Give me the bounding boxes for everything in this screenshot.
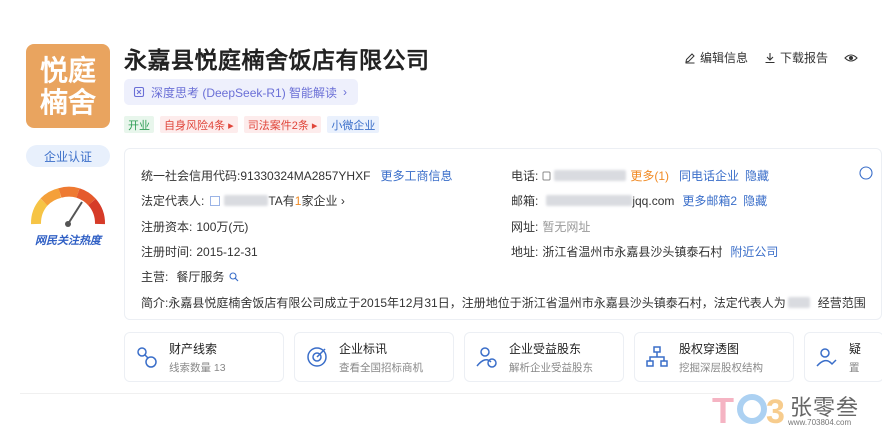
more-phones-link[interactable]: 更多(1) (630, 167, 669, 184)
legal-rep-row: 法定代表人: TA有 1 家企业 › (141, 192, 345, 209)
feature-card-beneficiary[interactable]: 企业受益股东 解析企业受益股东 (464, 332, 624, 382)
phone-number-blurred[interactable] (554, 170, 627, 181)
attention-gauge-icon (31, 186, 105, 227)
header-actions: 编辑信息 下载报告 (684, 49, 865, 66)
tag-open: 开业 (124, 116, 154, 133)
edit-info-label: 编辑信息 (700, 51, 749, 65)
capital-label: 注册资本: (141, 220, 193, 234)
intro-tail: 经营范围 (817, 296, 866, 310)
more-emails-link[interactable]: 更多邮箱2 (682, 192, 737, 209)
website-label: 网址: (511, 220, 539, 234)
capital-value: 100万(元) (196, 220, 249, 234)
email-label: 邮箱: (511, 194, 539, 208)
feature-subtitle: 挖掘深层股权结构 (679, 361, 763, 374)
credit-code-value: 91330324MA2857YHXF (240, 168, 371, 183)
feature-title: 财产线索 (169, 341, 218, 356)
email-value[interactable]: jqq.com (632, 194, 674, 208)
feature-card-partial[interactable]: 疑 置 (804, 332, 882, 382)
watch-label-cut (862, 51, 865, 65)
legal-rep-name-blurred[interactable] (224, 195, 269, 206)
nearby-companies-link[interactable]: 附近公司 (730, 243, 778, 260)
svg-text:3: 3 (766, 393, 785, 431)
download-report-label: 下载报告 (780, 51, 829, 65)
reg-time-label: 注册时间: (141, 245, 193, 259)
info-circle-icon[interactable] (859, 166, 873, 180)
feature-title: 企业标讯 (339, 341, 388, 356)
status-tags: 开业 自身风险4条 ▸ 司法案件2条 ▸ 小微企业 (124, 116, 380, 133)
ai-sparkle-icon (133, 86, 145, 98)
company-logo: 悦庭 楠舍 (26, 44, 110, 128)
attention-gauge-label: 网民关注热度 (35, 235, 101, 247)
feature-title: 股权穿透图 (679, 341, 740, 356)
beneficiary-icon (476, 347, 497, 368)
pencil-icon (685, 52, 695, 63)
feature-subtitle: 查看全国招标商机 (339, 361, 423, 374)
feature-title: 企业受益股东 (509, 341, 582, 356)
download-report-button[interactable]: 下载报告 (764, 49, 828, 66)
more-business-info-link[interactable]: 更多工商信息 (380, 167, 452, 184)
download-icon (765, 52, 775, 63)
email-row: 邮箱: jqq.com 更多邮箱2 隐藏 (511, 192, 767, 209)
reg-time-value: 2015-12-31 (196, 244, 258, 259)
tag-self-risk[interactable]: 自身风险4条 ▸ (160, 116, 238, 133)
enterprise-certification-badge[interactable]: 企业认证 (26, 145, 110, 167)
website-value: 暂无网址 (542, 220, 591, 234)
reg-time-row: 注册时间: 2015-12-31 (141, 243, 258, 260)
phone-label: 电话: (511, 169, 539, 183)
company-info-card: 统一社会信用代码: 91330324MA2857YHXF 更多工商信息 法定代表… (124, 148, 882, 320)
feature-card-bid-info[interactable]: 企业标讯 查看全国招标商机 (294, 332, 454, 382)
credit-code-label: 统一社会信用代码: (141, 169, 241, 183)
feature-subtitle: 解析企业受益股东 (509, 361, 593, 374)
property-clue-icon (137, 347, 157, 368)
same-phone-companies-link[interactable]: 同电话企业 (679, 167, 739, 184)
feature-subtitle: 置 (849, 361, 860, 374)
address-row: 地址: 浙江省温州市永嘉县沙头镇泰石村 附近公司 (511, 243, 778, 260)
legal-rep-company-count: 1 (294, 193, 302, 208)
legal-rep-label: 法定代表人: (141, 194, 205, 208)
hide-phone-link[interactable]: 隐藏 (745, 167, 769, 184)
tag-small-micro: 小微企业 (327, 116, 380, 133)
legal-rep-suffix-post[interactable]: 家企业 › (301, 192, 344, 209)
equity-chart-icon (646, 346, 668, 367)
watch-button[interactable] (844, 49, 865, 66)
chevron-right-icon: › (343, 85, 348, 99)
address-value: 浙江省温州市永嘉县沙头镇泰石村 (542, 245, 723, 259)
address-label: 地址: (511, 245, 539, 259)
business-row: 主营: 餐厅服务 (141, 268, 239, 285)
email-blurred[interactable] (546, 195, 633, 206)
capital-row: 注册资本: 100万(元) (141, 218, 248, 235)
tag-judicial-cases[interactable]: 司法案件2条 ▸ (243, 116, 322, 133)
divider (20, 393, 720, 394)
feature-card-equity-chart[interactable]: 股权穿透图 挖掘深层股权结构 (634, 332, 794, 382)
eye-icon (844, 53, 858, 62)
svg-text:T: T (712, 390, 734, 431)
feature-cards: 财产线索 线索数量 13 企业标讯 查看全国招标商机 企业受益股东 解析企业受益… (124, 332, 882, 382)
feature-subtitle: 线索数量 13 (169, 361, 226, 374)
edit-info-button[interactable]: 编辑信息 (684, 49, 748, 66)
feature-title: 疑 (849, 341, 862, 356)
company-name-title: 永嘉县悦庭楠舍饭店有限公司 (124, 47, 430, 73)
intro-name-blurred (787, 297, 810, 308)
website-row: 网址: 暂无网址 (511, 218, 590, 235)
intro-row: 简介: 永嘉县悦庭楠舍饭店有限公司成立于2015年12月31日，注册地位于浙江省… (141, 294, 866, 311)
intro-value: 永嘉县悦庭楠舍饭店有限公司成立于2015年12月31日，注册地位于浙江省温州市永… (168, 296, 786, 310)
legal-rep-suffix-pre: TA有 (268, 194, 295, 208)
search-icon[interactable] (229, 271, 239, 282)
phone-icon (542, 171, 551, 180)
hide-email-link[interactable]: 隐藏 (743, 192, 767, 209)
shield-check-icon (816, 348, 837, 367)
business-label: 主营: (141, 270, 169, 284)
avatar (210, 195, 221, 206)
ai-pill-label: 深度思考 (DeepSeek-R1) 智能解读 (151, 85, 338, 100)
bid-info-icon (307, 347, 327, 367)
feature-card-property-clue[interactable]: 财产线索 线索数量 13 (124, 332, 284, 382)
intro-label: 简介: (141, 296, 169, 310)
business-value: 餐厅服务 (176, 270, 225, 284)
phone-row: 电话: 更多(1) 同电话企业 隐藏 (511, 167, 769, 184)
ai-deep-thinking-button[interactable]: 深度思考 (DeepSeek-R1) 智能解读 › (124, 79, 358, 105)
credit-code-row: 统一社会信用代码: 91330324MA2857YHXF 更多工商信息 (141, 167, 452, 184)
watermark-url: www.703804.com (788, 418, 852, 427)
